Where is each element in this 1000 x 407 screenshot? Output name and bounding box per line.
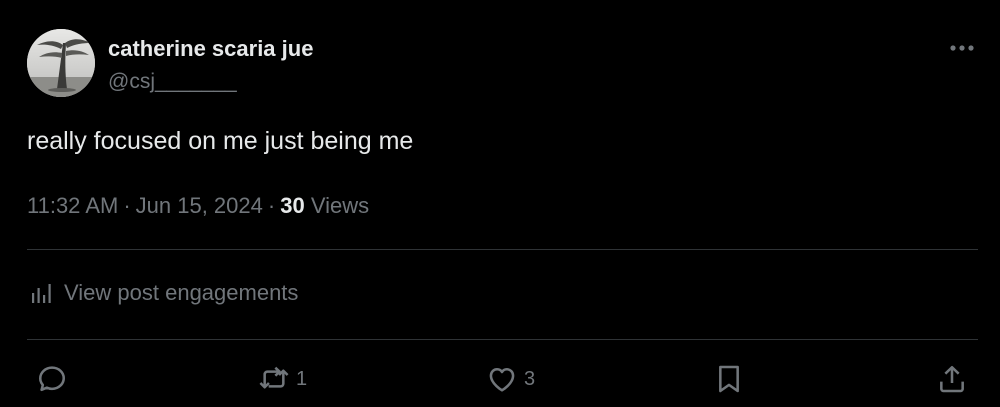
post-card: catherine scaria jue @csj_______ really … [0,0,1000,407]
like-count: 3 [524,367,536,390]
bar-chart-icon [32,284,51,303]
share-icon [940,366,964,393]
meta-separator: · [123,193,131,218]
author-display-name[interactable]: catherine scaria jue [108,36,313,62]
reply-icon [39,366,65,392]
divider [27,249,978,250]
share-button[interactable] [936,362,968,396]
views-label: Views [310,193,370,218]
post-meta: 11:32 AM · Jun 15, 2024 · 30 Views [27,193,369,219]
tree-photo-avatar-icon [27,29,95,97]
post-date[interactable]: Jun 15, 2024 [136,193,263,218]
repost-count: 1 [296,367,308,390]
post-text: really focused on me just being me [27,127,414,155]
view-engagements-link[interactable]: View post engagements [30,280,298,306]
more-dots-icon [950,45,974,51]
divider [27,339,978,340]
repost-button[interactable]: 1 [258,362,307,396]
heart-icon [489,368,515,392]
avatar[interactable] [27,29,95,97]
meta-separator: · [267,193,276,218]
post-time[interactable]: 11:32 AM [27,193,118,218]
bookmark-button[interactable] [713,362,745,396]
views-count: 30 [280,193,305,218]
like-button[interactable]: 3 [486,362,535,396]
reply-button[interactable] [36,362,74,396]
author-handle[interactable]: @csj_______ [108,70,237,94]
bookmark-icon [719,365,739,393]
repost-icon [259,366,289,389]
more-options-button[interactable] [944,34,980,62]
view-engagements-label: View post engagements [64,280,299,305]
